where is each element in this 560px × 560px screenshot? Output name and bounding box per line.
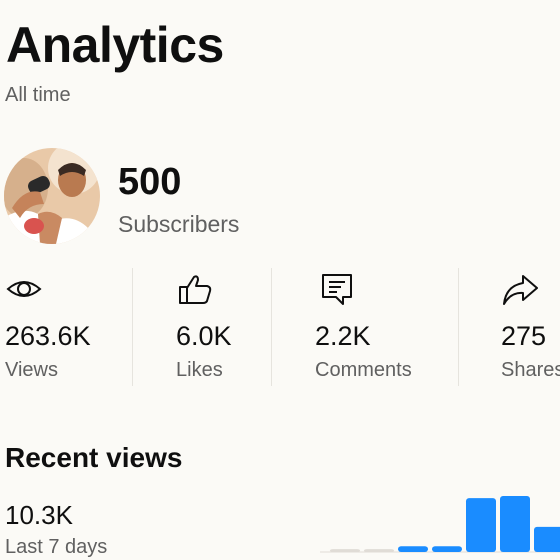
chart-bar bbox=[500, 496, 530, 552]
chart-bar bbox=[466, 498, 496, 552]
stat-divider bbox=[271, 268, 272, 386]
shares-label: Shares bbox=[501, 359, 560, 381]
views-label: Views bbox=[5, 359, 58, 381]
comments-value: 2.2K bbox=[315, 321, 371, 351]
avatar-photo bbox=[4, 148, 100, 244]
shares-value: 275 bbox=[501, 321, 547, 351]
period-selector[interactable]: All time bbox=[5, 83, 71, 107]
likes-label: Likes bbox=[176, 359, 223, 381]
chart-bar bbox=[330, 549, 360, 552]
views-value: 263.6K bbox=[5, 321, 91, 351]
comment-icon bbox=[319, 270, 357, 308]
chart-bar bbox=[432, 546, 462, 552]
recent-views-value: 10.3K bbox=[5, 500, 73, 530]
subscriber-label: Subscribers bbox=[118, 211, 240, 237]
likes-value: 6.0K bbox=[176, 321, 232, 351]
chart-bar bbox=[534, 526, 560, 552]
avatar[interactable] bbox=[4, 148, 100, 244]
subscriber-count: 500 bbox=[118, 161, 182, 203]
eye-icon bbox=[5, 270, 43, 308]
thumbs-up-icon bbox=[176, 270, 214, 308]
stat-divider bbox=[458, 268, 459, 386]
recent-views-title: Recent views bbox=[5, 442, 183, 473]
stat-divider bbox=[132, 268, 133, 386]
recent-views-period: Last 7 days bbox=[5, 536, 108, 558]
comments-label: Comments bbox=[315, 359, 412, 381]
share-icon bbox=[501, 270, 539, 308]
stats-row: 263.6K Views 6.0K Likes 2.2K Comments 27… bbox=[0, 262, 560, 388]
chart-bar bbox=[364, 549, 394, 552]
recent-views-chart[interactable] bbox=[320, 488, 560, 560]
page-title: Analytics bbox=[6, 17, 224, 73]
chart-bar bbox=[398, 546, 428, 552]
